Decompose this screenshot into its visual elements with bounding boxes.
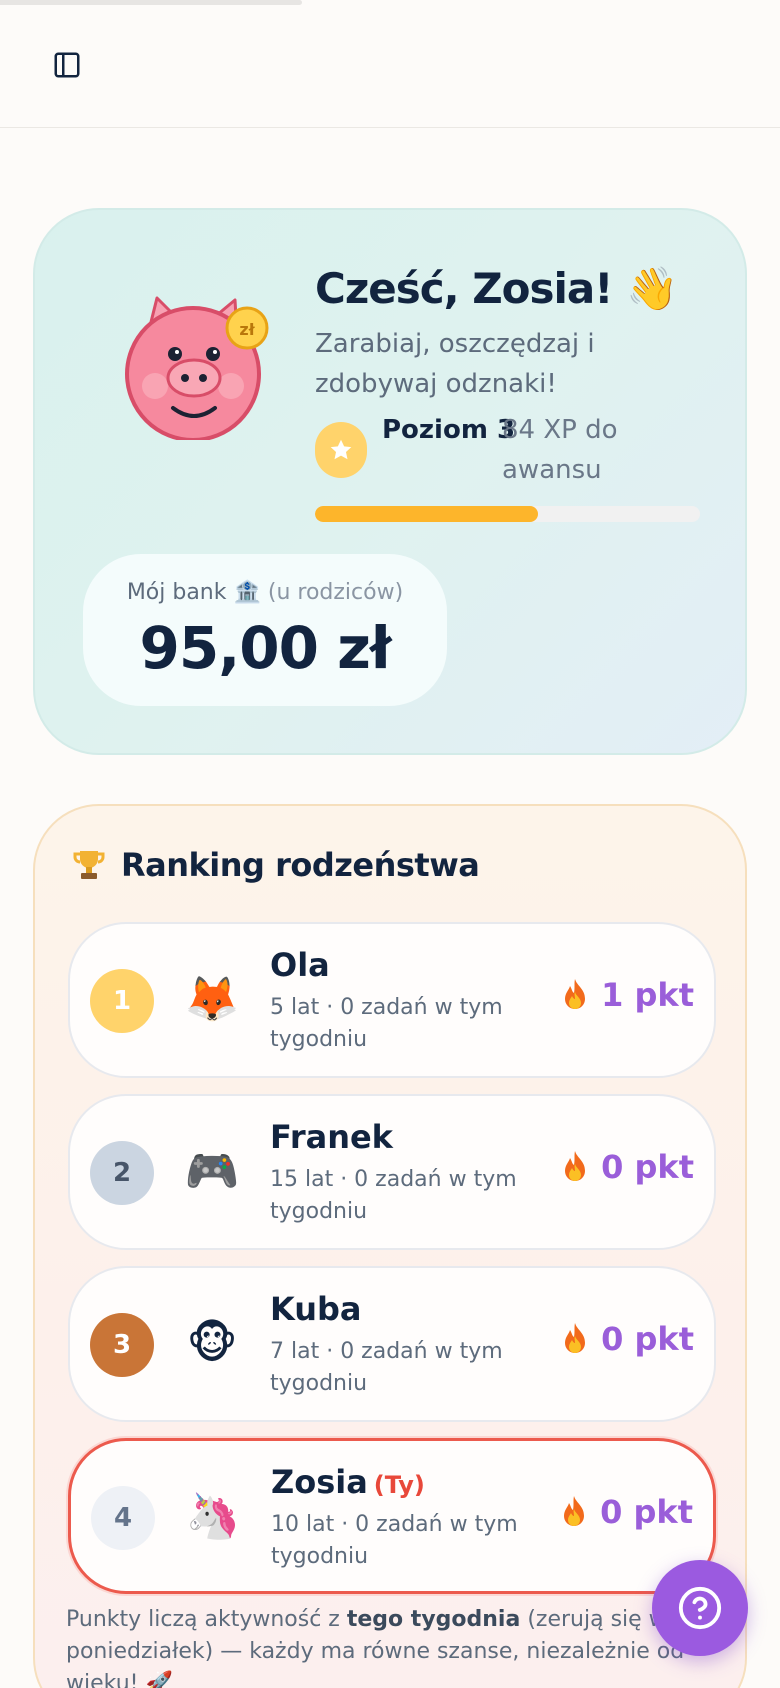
- fire-icon: [565, 1151, 586, 1181]
- score-value: 0 pkt: [600, 1493, 693, 1531]
- score-value: 0 pkt: [601, 1148, 694, 1186]
- hero-card: zł Cześć, Zosia! 👋 Zarabiaj, oszczędzaj …: [33, 208, 747, 755]
- sibling-name-text: Zosia: [271, 1463, 368, 1501]
- bank-label-suffix: (u rodziców): [267, 580, 404, 605]
- ranking-footnote: Punkty liczą aktywność z tego tygodnia (…: [66, 1604, 706, 1688]
- ranking-row[interactable]: 2 🎮 Franek 15 lat · 0 zadań w tym tygodniu 0…: [68, 1094, 716, 1250]
- sidebar-panel-icon: [54, 52, 80, 78]
- piggy-bank-icon: zł: [125, 296, 269, 440]
- score-value: 1 pkt: [601, 976, 694, 1014]
- bank-amount: 95,00 zł: [139, 614, 392, 682]
- sibling-score: 0 pkt: [561, 1320, 694, 1358]
- sidebar-toggle-button[interactable]: [50, 48, 84, 82]
- sibling-score: 0 pkt: [560, 1493, 693, 1531]
- top-bar: [0, 0, 780, 128]
- fire-icon: [565, 979, 586, 1009]
- sibling-avatar: 🐵: [182, 1314, 242, 1374]
- score-value: 0 pkt: [601, 1320, 694, 1358]
- ranking-row[interactable]: 4 🦄 Zosia (Ty) 10 lat · 0 zadań w tym tygodn…: [68, 1438, 716, 1594]
- footnote-emphasis: tego tygodnia: [346, 1607, 521, 1632]
- xp-to-next-level: 84 XP do awansu: [502, 415, 618, 485]
- fire-icon: [565, 1323, 586, 1353]
- ranking-row[interactable]: 3 🐵 Kuba 7 lat · 0 zadań w tym tygodniu 0 pk…: [68, 1266, 716, 1422]
- help-button[interactable]: [652, 1560, 748, 1656]
- sibling-name: Franek: [270, 1118, 399, 1156]
- sibling-name-text: Franek: [270, 1118, 393, 1156]
- ranking-row[interactable]: 1 🦊 Ola 5 lat · 0 zadań w tym tygodniu 1 pkt: [68, 922, 716, 1078]
- avatar-emoji: 🐵: [186, 1318, 238, 1369]
- sibling-avatar: 🎮: [182, 1142, 242, 1202]
- sibling-score: 0 pkt: [561, 1148, 694, 1186]
- greeting-subtitle: Zarabiaj, oszczędzaj i zdobywaj odznaki!: [315, 329, 595, 399]
- sibling-avatar: 🦄: [183, 1487, 243, 1547]
- rank-badge: 2: [90, 1141, 154, 1205]
- sibling-name: Zosia (Ty): [271, 1463, 425, 1501]
- trophy-icon: [73, 851, 105, 879]
- avatar-emoji: 🎮: [184, 1146, 240, 1197]
- fire-icon: [564, 1496, 585, 1526]
- xp-progress-fill: [315, 506, 539, 522]
- bank-label: Mój bank 🏦 (u rodziców): [83, 580, 447, 605]
- rank-badge: 1: [90, 969, 154, 1033]
- bank-balance-card: Mój bank 🏦 (u rodziców) 95,00 zł: [83, 554, 447, 706]
- ranking-header: Ranking rodzeństwa: [71, 846, 480, 884]
- you-tag: (Ty): [373, 1471, 425, 1499]
- sibling-meta: 15 lat · 0 zadań w tym tygodniu: [270, 1167, 517, 1224]
- rank-badge: 3: [90, 1313, 154, 1377]
- sibling-meta: 5 lat · 0 zadań w tym tygodniu: [270, 995, 503, 1052]
- coin-label: zł: [239, 320, 255, 339]
- ranking-title: Ranking rodzeństwa: [121, 846, 480, 884]
- bank-label-text: Mój bank 🏦: [126, 580, 261, 605]
- sibling-name-text: Kuba: [270, 1290, 362, 1328]
- sibling-avatar: 🦊: [182, 970, 242, 1030]
- sibling-name: Ola: [270, 946, 336, 984]
- star-icon: [330, 439, 352, 460]
- sibling-meta: 10 lat · 0 zadań w tym tygodniu: [271, 1512, 518, 1569]
- question-mark-icon: [678, 1586, 722, 1630]
- sibling-name-text: Ola: [270, 946, 330, 984]
- rank-badge: 4: [91, 1486, 155, 1550]
- greeting-title: Cześć, Zosia! 👋: [315, 264, 678, 313]
- sibling-name: Kuba: [270, 1290, 368, 1328]
- avatar-emoji: 🦊: [184, 974, 240, 1025]
- level-badge: [315, 422, 367, 478]
- footnote-text-start: Punkty liczą aktywność z: [66, 1607, 347, 1632]
- level-label: Poziom 3: [382, 415, 516, 445]
- sibling-meta: 7 lat · 0 zadań w tym tygodniu: [270, 1339, 503, 1396]
- sibling-score: 1 pkt: [561, 976, 694, 1014]
- xp-progress-bar: [315, 506, 700, 522]
- avatar-emoji: 🦄: [185, 1491, 241, 1542]
- sibling-ranking-card: Ranking rodzeństwa 1 🦊 Ola 5 lat · 0 zadań …: [33, 804, 747, 1688]
